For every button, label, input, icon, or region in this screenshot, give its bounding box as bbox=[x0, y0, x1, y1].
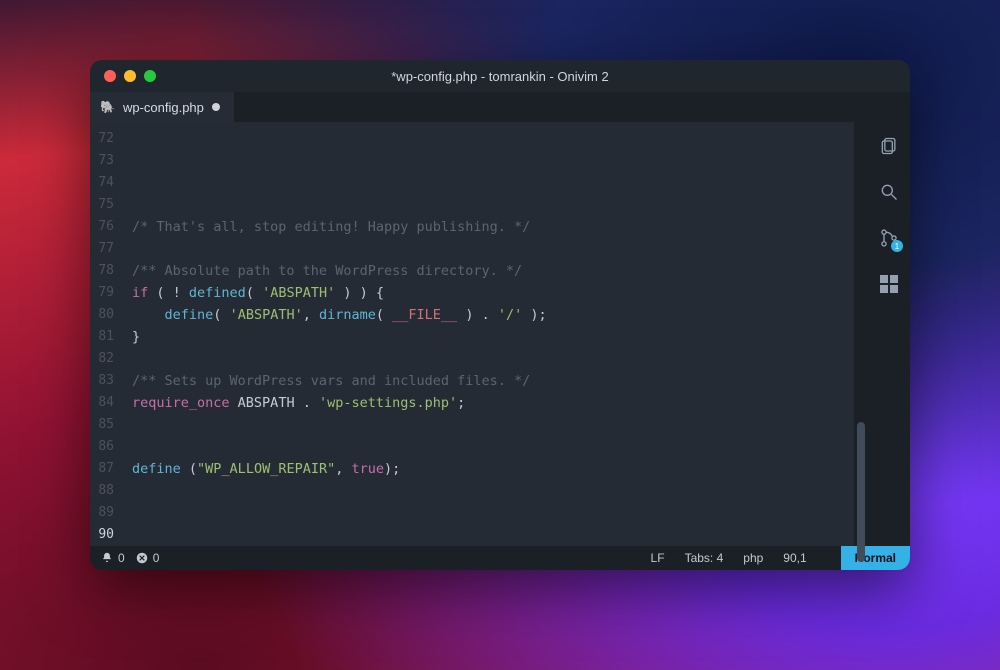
search-icon[interactable] bbox=[879, 182, 899, 202]
errors-button[interactable]: 0 bbox=[135, 551, 160, 565]
tab-label: wp-config.php bbox=[123, 100, 204, 115]
title-bar[interactable]: *wp-config.php - tomrankin - Onivim 2 bbox=[90, 60, 910, 92]
status-indent[interactable]: Tabs: 4 bbox=[685, 551, 724, 565]
status-lang[interactable]: php bbox=[743, 551, 763, 565]
editor-content: 72737475767778798081828384858687888990 /… bbox=[90, 122, 910, 546]
source-control-icon[interactable]: 1 bbox=[879, 228, 899, 248]
window-controls bbox=[104, 70, 156, 82]
php-file-icon: 🐘 bbox=[100, 100, 115, 114]
error-icon bbox=[135, 551, 149, 565]
close-window-button[interactable] bbox=[104, 70, 116, 82]
status-eol[interactable]: LF bbox=[651, 551, 665, 565]
scrollbar-thumb[interactable] bbox=[857, 422, 865, 562]
vim-mode-indicator: Normal bbox=[841, 546, 910, 570]
notifications-button[interactable]: 0 bbox=[100, 551, 125, 565]
scm-badge: 1 bbox=[891, 240, 903, 252]
activity-bar: 1 bbox=[868, 122, 910, 546]
status-pos[interactable]: 90,1 bbox=[783, 551, 806, 565]
vertical-scrollbar[interactable] bbox=[854, 122, 868, 546]
editor-window: *wp-config.php - tomrankin - Onivim 2 🐘 … bbox=[90, 60, 910, 570]
files-icon[interactable] bbox=[879, 136, 899, 156]
extensions-icon[interactable] bbox=[879, 274, 899, 294]
tab-wp-config[interactable]: 🐘 wp-config.php bbox=[90, 92, 234, 122]
window-title: *wp-config.php - tomrankin - Onivim 2 bbox=[90, 69, 910, 84]
zoom-window-button[interactable] bbox=[144, 70, 156, 82]
code-area[interactable]: /* That's all, stop editing! Happy publi… bbox=[120, 122, 854, 546]
minimize-window-button[interactable] bbox=[124, 70, 136, 82]
bell-icon bbox=[100, 551, 114, 565]
editor-pane[interactable]: 72737475767778798081828384858687888990 /… bbox=[90, 122, 868, 546]
dirty-indicator-icon bbox=[212, 103, 220, 111]
tab-bar: 🐘 wp-config.php bbox=[90, 92, 910, 122]
status-bar: 0 0 LF Tabs: 4 php 90,1 Normal bbox=[90, 546, 910, 570]
line-number-gutter: 72737475767778798081828384858687888990 bbox=[90, 122, 120, 546]
